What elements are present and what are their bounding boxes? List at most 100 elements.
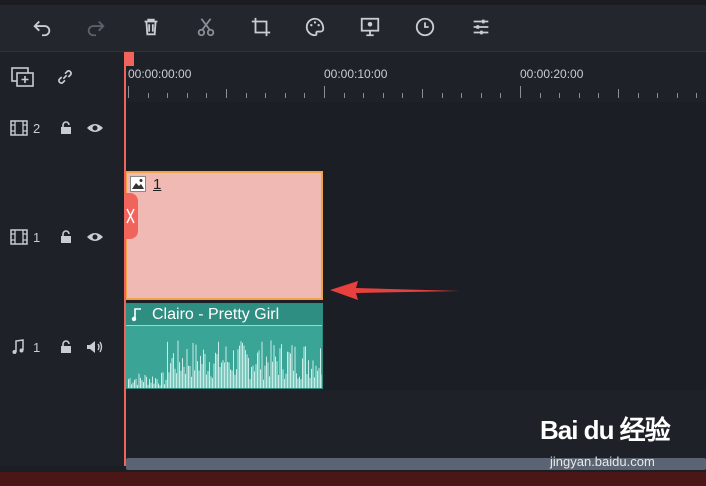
- speed-button[interactable]: [412, 14, 438, 40]
- ruler-tick: [147, 93, 149, 98]
- ruler-tick: [500, 93, 502, 98]
- toolbar: [0, 0, 706, 52]
- time-label-10: 00:00:10:00: [324, 67, 388, 81]
- link-icon: [58, 70, 72, 84]
- waveform-bar: [137, 384, 138, 388]
- audio-clip[interactable]: Clairo - Pretty Girl: [125, 303, 323, 389]
- waveform-bar: [300, 379, 302, 388]
- waveform-bar: [258, 350, 260, 388]
- waveform-bar: [188, 365, 189, 388]
- redo-button[interactable]: [83, 14, 109, 40]
- waveform-bar: [287, 351, 288, 388]
- waveform-bar: [186, 349, 188, 388]
- waveform-bar: [198, 370, 200, 388]
- audio-clip-title: Clairo - Pretty Girl: [152, 306, 280, 323]
- track-number: 2: [33, 121, 41, 136]
- ruler-tick: [324, 86, 325, 98]
- ruler-tick: [343, 93, 345, 98]
- ruler-tick: [559, 93, 561, 98]
- waveform-bar: [252, 365, 254, 388]
- color-button[interactable]: [302, 14, 328, 40]
- waveform-bar: [204, 353, 206, 388]
- waveform-bar: [248, 357, 249, 388]
- waveform-bar: [162, 372, 164, 388]
- ruler-tick: [167, 93, 169, 98]
- clock-icon: [415, 17, 435, 37]
- track-video-2-header: 2: [0, 102, 125, 170]
- waveform-bar: [209, 361, 210, 388]
- waveform-bar: [173, 353, 174, 388]
- waveform-bar: [278, 374, 279, 388]
- clip-trim-handle[interactable]: [125, 193, 138, 239]
- sliders-icon: [473, 19, 489, 35]
- waveform-bar: [246, 354, 248, 388]
- scissors-icon: [197, 18, 215, 37]
- speaker-icon[interactable]: [86, 340, 104, 354]
- link-button[interactable]: [54, 66, 76, 88]
- waveform-bar: [312, 360, 314, 388]
- waveform-bar: [266, 356, 267, 388]
- eye-icon[interactable]: [86, 230, 104, 244]
- playhead-handle[interactable]: [124, 52, 134, 66]
- time-ruler[interactable]: 00:00:00:00 00:00:10:00 00:00:20:00: [125, 52, 706, 102]
- waveform-bar: [143, 382, 144, 388]
- waveform-bar: [291, 345, 293, 388]
- waveform-bar: [309, 377, 311, 388]
- waveform-bar: [231, 370, 233, 388]
- waveform-bar: [281, 344, 282, 388]
- undo-button[interactable]: [29, 14, 55, 40]
- track-number: 1: [33, 340, 41, 355]
- presentation-button[interactable]: [357, 14, 383, 40]
- waveform-bar: [206, 374, 207, 388]
- ruler-tick: [363, 93, 365, 98]
- waveform-bar: [212, 378, 213, 388]
- waveform-bar: [161, 372, 162, 388]
- cut-button[interactable]: [193, 14, 219, 40]
- waveform-bar: [140, 377, 141, 388]
- waveform-bar: [207, 371, 209, 388]
- lock-icon[interactable]: [59, 340, 73, 354]
- waveform-bar: [243, 345, 245, 388]
- ruler-tick: [696, 93, 698, 98]
- eye-icon[interactable]: [86, 121, 104, 135]
- waveform-bar: [213, 363, 215, 388]
- waveform-bar: [194, 370, 195, 388]
- lock-icon[interactable]: [59, 230, 73, 244]
- lock-icon[interactable]: [59, 121, 73, 135]
- waveform-bar: [144, 375, 146, 388]
- ruler-tick: [284, 93, 286, 98]
- waveform-bar: [288, 352, 290, 388]
- image-icon: [130, 176, 146, 192]
- add-track-button[interactable]: [10, 66, 36, 88]
- waveform-bar: [195, 344, 197, 388]
- waveform-bar: [285, 373, 287, 388]
- delete-button[interactable]: [138, 14, 164, 40]
- crop-button[interactable]: [248, 14, 274, 40]
- waveform-bar: [222, 360, 224, 388]
- waveform-bar: [200, 355, 201, 388]
- waveform-bar: [314, 377, 315, 388]
- waveform-bar: [315, 365, 317, 388]
- waveform-bar: [177, 340, 179, 388]
- waveform-bar: [164, 384, 165, 388]
- playhead[interactable]: [124, 52, 126, 466]
- audio-clip-header: Clairo - Pretty Girl: [126, 304, 322, 326]
- waveform-bar: [306, 374, 308, 388]
- waveform-bar: [264, 365, 266, 388]
- adjust-button[interactable]: [468, 14, 494, 40]
- track-audio-1: 1: [0, 303, 706, 390]
- ruler-tick: [304, 93, 306, 98]
- waveform-bar: [284, 379, 285, 388]
- waveform-bar: [279, 348, 281, 388]
- watermark-logo: Bai du 经验: [540, 415, 671, 445]
- waveform-bar: [167, 341, 168, 388]
- waveform-bar: [296, 373, 297, 388]
- waveform-bar: [261, 341, 263, 388]
- waveform-bar: [237, 349, 239, 388]
- waveform-bar: [294, 346, 296, 388]
- watermark-url: jingyan.baidu.com: [550, 454, 655, 469]
- waveform-bar: [216, 354, 218, 388]
- waveform-bar: [263, 379, 264, 388]
- waveform-bar: [201, 363, 203, 388]
- video-clip[interactable]: 1: [125, 171, 323, 300]
